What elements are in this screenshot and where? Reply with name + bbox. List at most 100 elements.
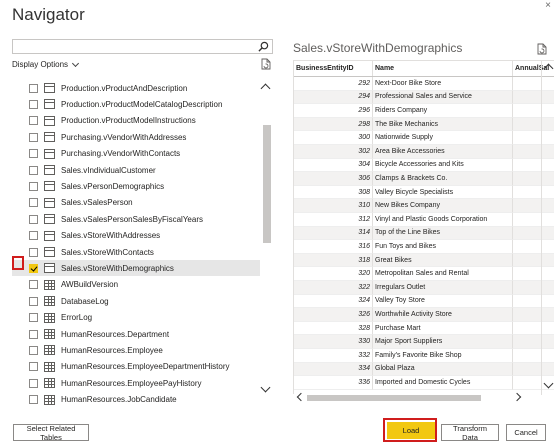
transform-data-button[interactable]: Transform Data [441, 424, 499, 442]
table-row[interactable]: 336 Imported and Domestic Cycles [294, 376, 554, 390]
table-row[interactable]: 326 Worthwhile Activity Store [294, 308, 554, 322]
checkbox[interactable] [29, 231, 38, 241]
scrollbar-thumb[interactable] [263, 125, 271, 243]
search-input[interactable] [12, 39, 273, 54]
checkbox[interactable] [29, 296, 38, 306]
checkbox[interactable] [29, 214, 38, 224]
tree-item-label: Sales.vStoreWithDemographics [61, 263, 174, 273]
tree-scrollbar[interactable] [260, 80, 271, 397]
scroll-right-icon[interactable] [512, 392, 522, 402]
tree-item[interactable]: Sales.vStoreWithAddresses [12, 228, 260, 244]
checkbox[interactable] [29, 247, 38, 257]
checkbox[interactable] [29, 116, 38, 126]
tree-item[interactable]: Sales.vStoreWithDemographics [12, 260, 260, 277]
checkbox[interactable] [29, 99, 38, 109]
table-row[interactable]: 292 Next-Door Bike Store [294, 77, 554, 91]
column-header[interactable]: BusinessEntityID [294, 61, 373, 76]
table-row[interactable]: 320 Metropolitan Sales and Rental [294, 267, 554, 281]
display-options-dropdown[interactable]: Display Options [12, 59, 80, 69]
checkbox[interactable] [29, 181, 38, 191]
table-row[interactable]: 332 Family's Favorite Bike Shop [294, 349, 554, 363]
tree-item[interactable]: Production.vProductModelCatalogDescripti… [12, 96, 260, 112]
tree-item[interactable]: Production.vProductModelInstructions [12, 113, 260, 129]
table-row[interactable]: 328 Purchase Mart [294, 321, 554, 336]
table-row[interactable]: 294 Professional Sales and Service [294, 90, 554, 105]
table-row[interactable]: 322 Irregulars Outlet [294, 281, 554, 295]
scrollbar-thumb[interactable] [307, 395, 481, 401]
tree-item[interactable]: ErrorLog [12, 310, 260, 326]
checkbox[interactable] [29, 132, 38, 142]
tree-item[interactable]: Sales.vSalesPerson [12, 195, 260, 211]
tree-item[interactable]: Sales.vSalesPersonSalesByFiscalYears [12, 211, 260, 227]
table-row[interactable]: 302 Area Bike Accessories [294, 145, 554, 159]
tree-item[interactable]: DatabaseLog [12, 293, 260, 309]
grid-vertical-scrollbar[interactable] [541, 60, 554, 395]
table-cell: The Bike Mechanics [373, 117, 513, 132]
tree-item-label: HumanResources.Employee [61, 345, 163, 355]
tree-item[interactable]: HumanResources.EmployeePayHistory [12, 375, 260, 391]
tree-item[interactable]: Purchasing.vVendorWithAddresses [12, 129, 260, 145]
tree-item[interactable]: HumanResources.JobCandidate [12, 392, 260, 407]
checkbox-checked[interactable] [29, 263, 38, 273]
table-cell: 332 [294, 349, 373, 363]
table-row[interactable]: 314 Top of the Line Bikes [294, 226, 554, 241]
export-icon[interactable] [537, 43, 547, 55]
tree-item[interactable]: HumanResources.EmployeeDepartmentHistory [12, 359, 260, 375]
tree-item-label: Sales.vPersonDemographics [61, 181, 165, 191]
checkbox[interactable] [29, 149, 38, 159]
table-row[interactable]: 310 New Bikes Company [294, 199, 554, 213]
checkbox[interactable] [29, 83, 38, 93]
table-cell: 300 [294, 131, 373, 145]
tree-item[interactable]: Sales.vStoreWithContacts [12, 244, 260, 260]
scroll-down-icon[interactable] [543, 378, 554, 389]
table-row[interactable]: 298 The Bike Mechanics [294, 117, 554, 132]
scroll-left-icon[interactable] [296, 392, 306, 402]
tree-item-label: Sales.vIndividualCustomer [61, 165, 156, 175]
tree-item[interactable]: AWBuildVersion [12, 277, 260, 293]
tree-item-label: Production.vProductModelInstructions [61, 116, 196, 126]
table-row[interactable]: 312 Vinyl and Plastic Goods Corporation [294, 213, 554, 227]
table-row[interactable]: 296 Riders Company [294, 104, 554, 118]
cancel-button[interactable]: Cancel [506, 424, 546, 441]
table-row[interactable]: 306 Clamps & Brackets Co. [294, 172, 554, 186]
checkbox[interactable] [29, 378, 38, 388]
select-related-tables-button[interactable]: Select Related Tables [13, 424, 89, 442]
scroll-up-icon[interactable] [543, 63, 554, 74]
tree-item[interactable]: Sales.vIndividualCustomer [12, 162, 260, 178]
table-row[interactable]: 308 Valley Bicycle Specialists [294, 185, 554, 200]
column-header[interactable]: Name [373, 61, 513, 76]
view-icon [44, 247, 55, 257]
refresh-icon[interactable] [261, 58, 271, 70]
table-cell: Valley Bicycle Specialists [373, 185, 513, 200]
tree-item[interactable]: Sales.vPersonDemographics [12, 178, 260, 194]
checkbox[interactable] [29, 395, 38, 405]
checkbox[interactable] [29, 345, 38, 355]
scroll-down-icon[interactable] [260, 382, 271, 393]
table-row[interactable]: 318 Great Bikes [294, 253, 554, 268]
scroll-up-icon[interactable] [260, 83, 271, 94]
table-cell: 324 [294, 294, 373, 309]
checkbox[interactable] [29, 165, 38, 175]
table-row[interactable]: 300 Nationwide Supply [294, 131, 554, 145]
tree-item[interactable]: Production.vProductAndDescription [12, 80, 260, 96]
table-cell: 322 [294, 281, 373, 295]
tree-item[interactable]: HumanResources.Department [12, 326, 260, 342]
table-row[interactable]: 334 Global Plaza [294, 362, 554, 377]
checkbox[interactable] [29, 280, 38, 290]
table-row[interactable]: 304 Bicycle Accessories and Kits [294, 158, 554, 173]
table-row[interactable]: 324 Valley Toy Store [294, 294, 554, 309]
checkbox[interactable] [29, 313, 38, 323]
close-icon[interactable]: × [545, 0, 551, 11]
checkbox[interactable] [29, 198, 38, 208]
table-cell: 298 [294, 117, 373, 132]
checkbox[interactable] [29, 362, 38, 372]
tree-item[interactable]: HumanResources.Employee [12, 342, 260, 358]
grid-horizontal-scrollbar[interactable] [293, 392, 542, 403]
load-button[interactable]: Load [387, 422, 435, 439]
tree-item[interactable]: Purchasing.vVendorWithContacts [12, 146, 260, 162]
table-cell: Purchase Mart [373, 321, 513, 336]
table-row[interactable]: 330 Major Sport Suppliers [294, 335, 554, 349]
search-icon[interactable] [258, 41, 269, 52]
checkbox[interactable] [29, 329, 38, 339]
table-row[interactable]: 316 Fun Toys and Bikes [294, 240, 554, 254]
